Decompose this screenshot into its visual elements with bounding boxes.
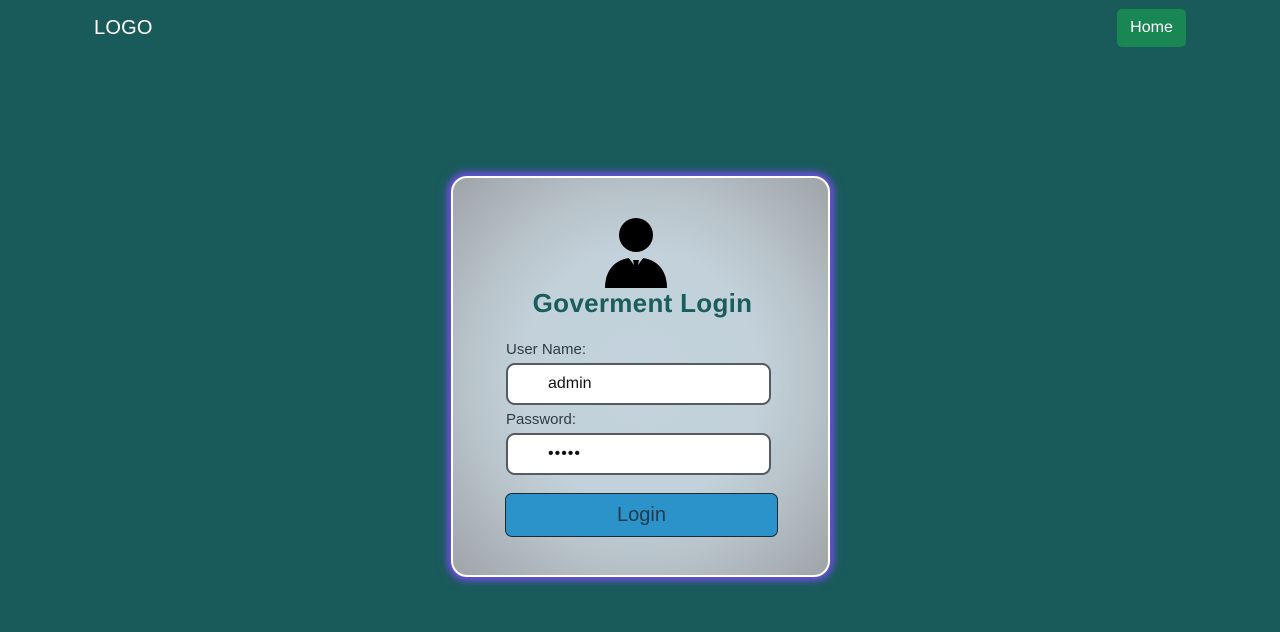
- username-label: User Name:: [506, 341, 587, 358]
- login-card: Goverment Login User Name: Password: Log…: [451, 176, 830, 577]
- logo[interactable]: LOGO: [94, 17, 153, 40]
- username-input[interactable]: [506, 363, 771, 405]
- businessman-icon: [605, 218, 667, 288]
- top-navbar: LOGO Home: [0, 0, 1280, 56]
- login-title: Goverment Login: [532, 288, 753, 318]
- home-button[interactable]: Home: [1117, 9, 1186, 47]
- login-button[interactable]: Login: [505, 493, 778, 537]
- password-input[interactable]: [506, 433, 771, 475]
- password-label: Password:: [506, 411, 577, 428]
